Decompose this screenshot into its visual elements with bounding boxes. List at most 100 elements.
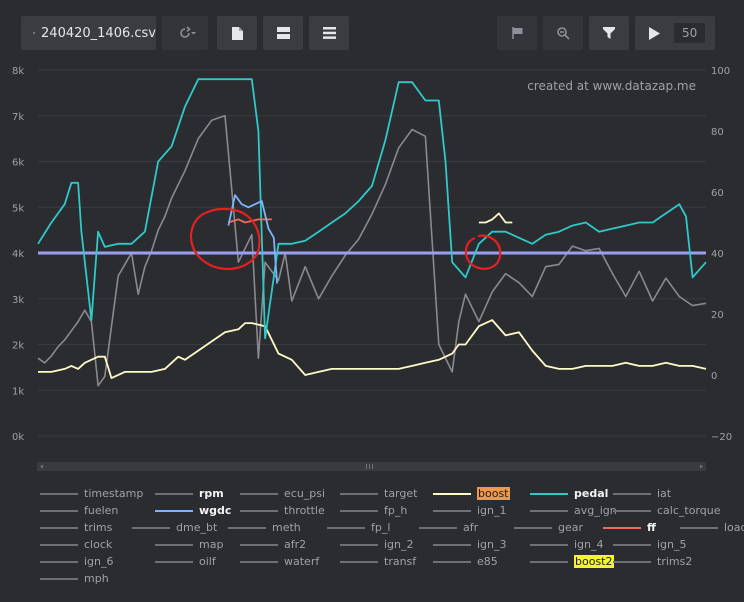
legend-swatch [613, 509, 651, 512]
zoom-button[interactable] [543, 16, 583, 50]
legend-item-transf[interactable]: transf [340, 555, 416, 568]
legend-item-ign_1[interactable]: ign_1 [433, 504, 507, 517]
legend-item-ign_6[interactable]: ign_6 [40, 555, 114, 568]
legend-item-timestamp[interactable]: timestamp [40, 487, 143, 500]
legend-label: rpm [199, 487, 224, 500]
list-view-button[interactable] [309, 16, 349, 50]
left-tick-label: 4k [12, 249, 24, 260]
refresh-dropdown-button[interactable] [162, 16, 208, 50]
chart[interactable]: 0k 1k 2k 3k 4k 5k 6k 7k 8k −20 0 20 40 60 80 100 creat… [0, 62, 744, 482]
legend-swatch [327, 526, 365, 529]
legend-item-rpm[interactable]: rpm [155, 487, 224, 500]
legend-item-ign_2[interactable]: ign_2 [340, 538, 414, 551]
legend-item-ff[interactable]: ff [603, 521, 656, 534]
legend-swatch [240, 492, 278, 495]
left-tick-label: 0k [12, 432, 24, 443]
legend-swatch [433, 560, 471, 563]
zoom-icon [556, 26, 570, 40]
legend-label: trims2 [657, 555, 693, 568]
legend-swatch [433, 543, 471, 546]
legend-swatch [340, 560, 378, 563]
legend-row: trims dme_bt meth fp_l afr gear ff load [40, 521, 744, 538]
legend-item-trims[interactable]: trims [40, 521, 112, 534]
legend-item-ign_3[interactable]: ign_3 [433, 538, 507, 551]
series-line-pedal [37, 78, 707, 340]
legend-item-e85[interactable]: e85 [433, 555, 498, 568]
legend-item-oilf[interactable]: oilf [155, 555, 216, 568]
legend-swatch [530, 543, 568, 546]
left-tick-label: 1k [12, 386, 24, 397]
legend-item-meth[interactable]: meth [228, 521, 301, 534]
legend-item-boost2[interactable]: boost2 [530, 555, 614, 568]
left-tick-label: 6k [12, 158, 24, 169]
legend-label: ign_1 [477, 504, 507, 517]
legend-swatch [340, 543, 378, 546]
legend-item-afr2[interactable]: afr2 [240, 538, 306, 551]
legend-item-fp_h[interactable]: fp_h [340, 504, 407, 517]
legend-item-map[interactable]: map [155, 538, 223, 551]
legend-label: ecu_psi [284, 487, 326, 500]
legend-label: iat [657, 487, 672, 500]
left-tick-label: 2k [12, 341, 24, 352]
legend-label: boost [477, 487, 510, 500]
flag-icon [511, 27, 522, 39]
legend-item-load[interactable]: load [680, 521, 744, 534]
legend-label: avg_ign [574, 504, 617, 517]
legend-item-boost[interactable]: boost [433, 487, 510, 500]
flag-button[interactable] [497, 16, 537, 50]
external-open-icon [33, 32, 35, 34]
legend-item-afr[interactable]: afr [419, 521, 478, 534]
watermark: created at www.datazap.me [527, 79, 696, 93]
legend-swatch [155, 543, 193, 546]
playback-speed-field[interactable]: 50 [674, 23, 706, 43]
right-axis: −20 0 20 40 60 80 100 [711, 66, 732, 443]
legend-item-iat[interactable]: iat [613, 487, 671, 500]
legend-item-trims2[interactable]: trims2 [613, 555, 692, 568]
filter-icon [603, 27, 615, 39]
legend-item-avg_ign[interactable]: avg_ign [530, 504, 617, 517]
right-tick-label: 100 [711, 66, 730, 77]
legend-item-wgdc[interactable]: wgdc [155, 504, 231, 517]
split-view-button[interactable] [263, 16, 303, 50]
legend-item-ign_5[interactable]: ign_5 [613, 538, 687, 551]
legend-item-pedal[interactable]: pedal [530, 487, 608, 500]
legend-swatch [40, 577, 78, 580]
legend-item-fuelen[interactable]: fuelen [40, 504, 118, 517]
file-button[interactable]: 240420_1406.csv [21, 16, 156, 50]
legend-swatch [40, 543, 78, 546]
legend-swatch [40, 492, 78, 495]
legend-swatch [40, 560, 78, 563]
legend-swatch [155, 560, 193, 563]
legend-label: fuelen [84, 504, 119, 517]
legend-item-target[interactable]: target [340, 487, 417, 500]
legend-item-mph[interactable]: mph [40, 572, 109, 585]
legend-item-throttle[interactable]: throttle [240, 504, 325, 517]
filter-button[interactable] [589, 16, 629, 50]
legend-label: fp_h [384, 504, 408, 517]
legend-row: mph [40, 572, 720, 589]
document-button[interactable] [217, 16, 257, 50]
legend-swatch [40, 526, 78, 529]
left-tick-label: 5k [12, 203, 24, 214]
legend-item-fp_l[interactable]: fp_l [327, 521, 390, 534]
legend-swatch [240, 543, 278, 546]
series-line-boost2 [478, 212, 513, 224]
playback-control: 50 [635, 16, 715, 50]
legend-item-dme_bt[interactable]: dme_bt [132, 521, 217, 534]
legend-item-clock[interactable]: clock [40, 538, 112, 551]
left-axis: 0k 1k 2k 3k 4k 5k 6k 7k 8k [12, 66, 24, 443]
legend-item-ign_4[interactable]: ign_4 [530, 538, 604, 551]
horizontal-scrollbar[interactable] [37, 462, 706, 471]
legend-label: target [384, 487, 418, 500]
play-icon[interactable] [649, 26, 660, 40]
legend-item-waterf[interactable]: waterf [240, 555, 319, 568]
legend-item-calc_torque[interactable]: calc_torque [613, 504, 721, 517]
legend-item-gear[interactable]: gear [514, 521, 583, 534]
legend-label: ign_4 [574, 538, 604, 551]
legend-swatch [514, 526, 552, 529]
legend-label: ign_5 [657, 538, 687, 551]
legend-label: ff [647, 521, 656, 534]
legend-swatch [530, 509, 568, 512]
legend-item-ecu_psi[interactable]: ecu_psi [240, 487, 325, 500]
legend-swatch [132, 526, 170, 529]
